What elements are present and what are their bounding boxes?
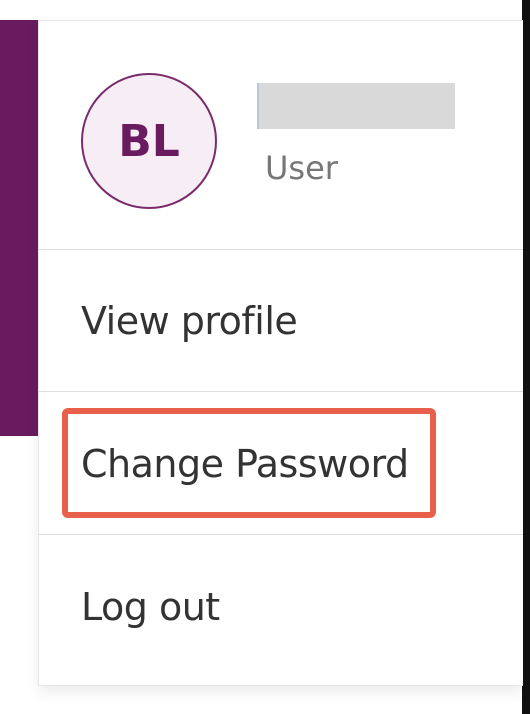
screen: BL User View profile Change Password Log…: [0, 0, 530, 714]
menu-item-label: View profile: [81, 298, 298, 343]
page-accent-strip: [0, 20, 38, 436]
menu-item-view-profile[interactable]: View profile: [39, 250, 523, 392]
menu-item-label: Log out: [81, 585, 220, 629]
menu-item-log-out[interactable]: Log out: [39, 536, 523, 678]
avatar: BL: [81, 73, 217, 209]
user-profile-header: BL User: [39, 21, 523, 250]
user-name-redacted: [257, 83, 455, 129]
page-edge: [522, 0, 530, 714]
avatar-initials: BL: [118, 115, 180, 167]
user-dropdown-menu: BL User View profile Change Password Log…: [38, 20, 523, 686]
menu-item-label: Change Password: [81, 441, 409, 486]
user-role: User: [265, 149, 338, 187]
menu-item-change-password[interactable]: Change Password: [39, 393, 523, 535]
